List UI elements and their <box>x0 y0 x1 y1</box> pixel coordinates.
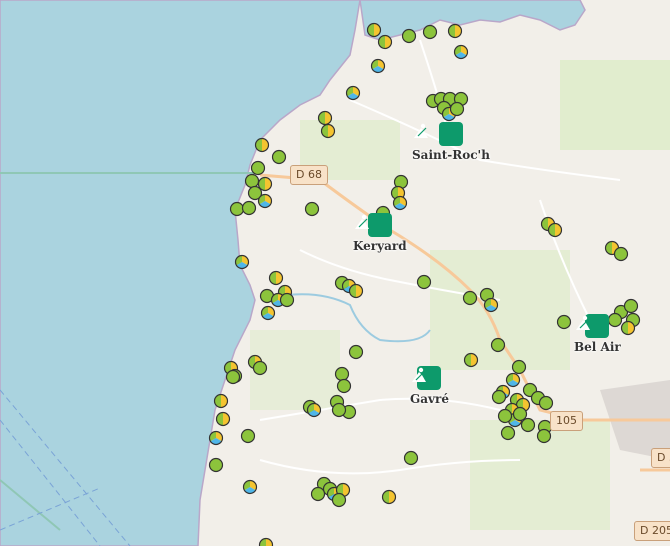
map-marker[interactable] <box>370 58 386 74</box>
map-marker[interactable] <box>520 417 536 433</box>
map-marker[interactable] <box>449 101 465 117</box>
map-marker[interactable] <box>497 408 513 424</box>
map-marker[interactable] <box>208 457 224 473</box>
military-icon <box>355 213 392 237</box>
map-marker[interactable] <box>447 23 463 39</box>
map-marker[interactable] <box>536 428 552 444</box>
map-marker[interactable] <box>613 246 629 262</box>
map-marker[interactable] <box>453 44 469 60</box>
map-marker[interactable] <box>547 222 563 238</box>
place-saint-roch[interactable]: Saint-Roc'h <box>412 122 490 162</box>
map-marker[interactable] <box>331 492 347 508</box>
map-marker[interactable] <box>208 430 224 446</box>
map-marker[interactable] <box>215 411 231 427</box>
map-marker[interactable] <box>620 320 636 336</box>
map-marker[interactable] <box>240 428 256 444</box>
map-marker[interactable] <box>336 378 352 394</box>
map-marker[interactable] <box>556 314 572 330</box>
map-marker[interactable] <box>271 149 287 165</box>
map-marker[interactable] <box>331 402 347 418</box>
map-marker[interactable] <box>422 24 438 40</box>
military-icon <box>576 314 610 338</box>
map-marker[interactable] <box>416 274 432 290</box>
road-label-105: 105 <box>550 411 583 431</box>
military-icon <box>412 366 442 390</box>
place-label: Saint-Roc'h <box>412 148 490 162</box>
map-marker[interactable] <box>310 486 326 502</box>
place-bel-air[interactable]: Bel Air <box>574 314 621 354</box>
map-view[interactable]: D 68 105 D 5 D 205 Saint-Roc'h Keryard B… <box>0 0 670 546</box>
road-label-d5: D 5 <box>651 448 670 468</box>
map-marker[interactable] <box>381 489 397 505</box>
road-label-d68: D 68 <box>290 165 328 185</box>
place-keryard[interactable]: Keryard <box>353 213 407 253</box>
place-gavre[interactable]: Gavré <box>410 366 449 406</box>
map-marker[interactable] <box>512 406 528 422</box>
map-marker[interactable] <box>463 352 479 368</box>
map-marker[interactable] <box>490 337 506 353</box>
map-marker[interactable] <box>366 22 382 38</box>
map-marker[interactable] <box>304 201 320 217</box>
map-marker[interactable] <box>252 360 268 376</box>
map-marker[interactable] <box>260 305 276 321</box>
map-marker[interactable] <box>213 393 229 409</box>
map-marker[interactable] <box>538 395 554 411</box>
map-marker[interactable] <box>268 270 284 286</box>
map-marker[interactable] <box>348 344 364 360</box>
map-marker[interactable] <box>511 359 527 375</box>
map-marker[interactable] <box>306 402 322 418</box>
map-marker[interactable] <box>241 200 257 216</box>
map-base <box>0 0 670 546</box>
map-marker[interactable] <box>250 160 266 176</box>
map-marker[interactable] <box>392 195 408 211</box>
map-marker[interactable] <box>462 290 478 306</box>
map-marker[interactable] <box>320 123 336 139</box>
map-marker[interactable] <box>279 292 295 308</box>
map-marker[interactable] <box>505 372 521 388</box>
map-marker[interactable] <box>244 173 260 189</box>
road-label-d205: D 205 <box>634 521 670 541</box>
map-marker[interactable] <box>242 479 258 495</box>
map-marker[interactable] <box>623 298 639 314</box>
map-marker[interactable] <box>254 137 270 153</box>
map-marker[interactable] <box>317 110 333 126</box>
map-marker[interactable] <box>345 85 361 101</box>
map-marker[interactable] <box>500 425 516 441</box>
map-marker[interactable] <box>483 297 499 313</box>
map-marker[interactable] <box>377 34 393 50</box>
place-label: Keryard <box>353 239 407 253</box>
map-marker[interactable] <box>229 201 245 217</box>
map-marker[interactable] <box>403 450 419 466</box>
map-marker[interactable] <box>257 193 273 209</box>
map-marker[interactable] <box>225 369 241 385</box>
place-label: Gavré <box>410 392 449 406</box>
military-icon <box>414 122 463 146</box>
map-marker[interactable] <box>234 254 250 270</box>
map-marker[interactable] <box>348 283 364 299</box>
place-label: Bel Air <box>574 340 621 354</box>
map-marker[interactable] <box>258 537 274 546</box>
map-marker[interactable] <box>334 366 350 382</box>
map-marker[interactable] <box>491 389 507 405</box>
map-marker[interactable] <box>401 28 417 44</box>
